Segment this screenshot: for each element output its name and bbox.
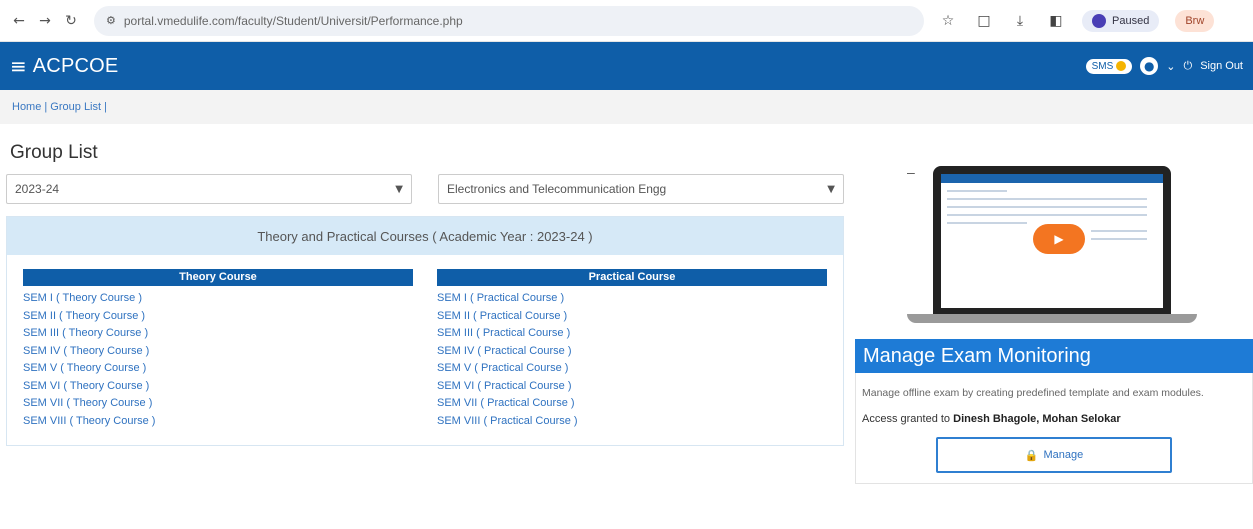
theory-course-link[interactable]: SEM II ( Theory Course )	[23, 308, 413, 325]
practical-course-link[interactable]: SEM VI ( Practical Course )	[437, 378, 827, 395]
chevron-down-icon: ▼	[395, 183, 403, 195]
sms-coin-icon	[1116, 61, 1127, 71]
profile-avatar-icon	[1092, 13, 1106, 28]
hamburger-menu-icon[interactable]: ≡	[10, 54, 27, 78]
theory-course-link[interactable]: SEM III ( Theory Course )	[23, 325, 413, 342]
theory-course-column: Theory Course SEM I ( Theory Course ) SE…	[23, 269, 413, 429]
exam-description: Manage offline exam by creating predefin…	[862, 387, 1204, 399]
department-select[interactable]: Electronics and Telecommunication Engg ▼	[438, 174, 844, 204]
forward-icon[interactable]: →	[34, 10, 56, 32]
theory-course-link[interactable]: SEM VIII ( Theory Course )	[23, 413, 413, 430]
lock-icon: 🔒	[1024, 448, 1039, 462]
laptop-base	[907, 314, 1197, 323]
manage-button[interactable]: 🔒 Manage	[936, 437, 1172, 473]
profile-button[interactable]: Paused	[1082, 9, 1160, 32]
exam-access-text: Access granted to Dinesh Bhagole, Mohan …	[862, 413, 1246, 425]
site-info-icon[interactable]: ⚙	[106, 14, 116, 27]
academic-year-select[interactable]: 2023-24 ▼	[6, 174, 412, 204]
manage-label: Manage	[1043, 449, 1084, 461]
chevron-down-icon[interactable]: ⌄	[1166, 60, 1175, 73]
download-icon[interactable]: ⤓	[1010, 11, 1030, 31]
extensions-icon[interactable]: □	[974, 11, 994, 31]
exam-monitoring-title: Manage Exam Monitoring	[855, 339, 1253, 373]
practical-course-link[interactable]: SEM II ( Practical Course )	[437, 308, 827, 325]
user-avatar-icon[interactable]: ●	[1140, 57, 1159, 75]
practical-course-link[interactable]: SEM IV ( Practical Course )	[437, 343, 827, 360]
access-names: Dinesh Bhagole, Mohan Selokar	[953, 413, 1121, 425]
theory-course-link[interactable]: SEM VI ( Theory Course )	[23, 378, 413, 395]
back-icon[interactable]: ←	[8, 10, 30, 32]
chevron-down-icon: ▼	[827, 183, 835, 195]
app-header: ≡ ACPCOE SMS ● ⌄ ⏻ Sign Out	[0, 42, 1253, 90]
practical-course-link[interactable]: SEM III ( Practical Course )	[437, 325, 827, 342]
browser-toolbar: ← → ↻ ⚙ portal.vmedulife.com/faculty/Stu…	[0, 0, 1253, 42]
breadcrumb[interactable]: Home | Group List |	[0, 90, 1253, 124]
access-prefix: Access granted to	[862, 413, 951, 425]
play-video-icon[interactable]: ▶	[1033, 224, 1085, 254]
sidebar-icon[interactable]: ◧	[1046, 11, 1066, 31]
theory-course-link[interactable]: SEM IV ( Theory Course )	[23, 343, 413, 360]
reload-icon[interactable]: ↻	[60, 10, 82, 32]
theory-course-link[interactable]: SEM V ( Theory Course )	[23, 360, 413, 377]
laptop-illustration: – ▶	[855, 164, 1253, 339]
url-text: portal.vmedulife.com/faculty/Student/Uni…	[123, 13, 463, 28]
group-list-section: 2023-24 ▼ Electronics and Telecommunicat…	[6, 174, 844, 446]
courses-panel-heading: Theory and Practical Courses ( Academic …	[7, 217, 843, 255]
theory-course-link[interactable]: SEM VII ( Theory Course )	[23, 395, 413, 412]
department-value: Electronics and Telecommunication Engg	[447, 182, 667, 196]
practical-course-column: Practical Course SEM I ( Practical Cours…	[437, 269, 827, 429]
exam-monitoring-widget: – ▶ Manage Exam Monitoring Manage offlin…	[855, 164, 1253, 484]
collapse-icon[interactable]: –	[907, 164, 915, 180]
practical-course-link[interactable]: SEM VIII ( Practical Course )	[437, 413, 827, 430]
bookmark-star-icon[interactable]: ☆	[938, 11, 958, 31]
theory-course-heading: Theory Course	[23, 269, 413, 286]
academic-year-value: 2023-24	[15, 182, 60, 196]
app-title[interactable]: ACPCOE	[33, 55, 119, 78]
laptop-screen: ▶	[933, 166, 1171, 314]
power-icon[interactable]: ⏻	[1183, 60, 1192, 73]
profile-label: Paused	[1112, 14, 1150, 27]
sign-out-link[interactable]: Sign Out	[1200, 60, 1243, 72]
sms-badge[interactable]: SMS	[1085, 58, 1133, 74]
page-title: Group List	[10, 142, 98, 163]
practical-course-link[interactable]: SEM VII ( Practical Course )	[437, 395, 827, 412]
practical-course-link[interactable]: SEM I ( Practical Course )	[437, 290, 827, 307]
theory-course-link[interactable]: SEM I ( Theory Course )	[23, 290, 413, 307]
practical-course-heading: Practical Course	[437, 269, 827, 286]
practical-course-link[interactable]: SEM V ( Practical Course )	[437, 360, 827, 377]
address-bar[interactable]: ⚙ portal.vmedulife.com/faculty/Student/U…	[94, 5, 924, 36]
browse-button[interactable]: Brw	[1175, 9, 1215, 32]
sms-label: SMS	[1091, 60, 1114, 72]
courses-panel: Theory and Practical Courses ( Academic …	[6, 216, 844, 446]
